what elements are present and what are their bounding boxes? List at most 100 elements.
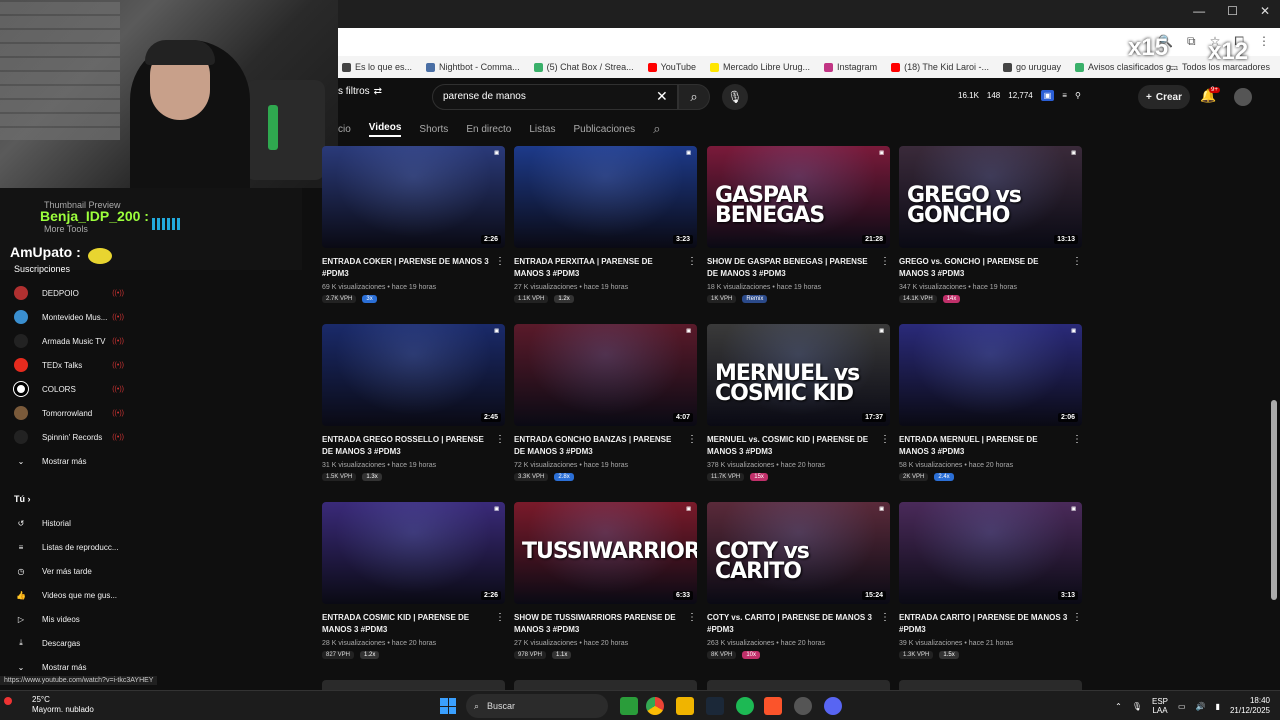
spotify-icon[interactable] — [736, 697, 754, 715]
video-title[interactable]: SHOW DE GASPAR BENEGAS | PARENSE DE MANO… — [707, 256, 890, 280]
video-thumbnail[interactable]: ▣ 2:45 — [322, 324, 505, 426]
video-thumbnail-partial[interactable] — [514, 680, 697, 690]
bookmark-item[interactable]: (18) The Kid Laroi -... — [891, 62, 989, 72]
video-title[interactable]: COTY vs. CARITO | PARENSE DE MANOS 3 #PD… — [707, 612, 890, 636]
video-title[interactable]: ENTRADA CARITO | PARENSE DE MANOS 3 #PDM… — [899, 612, 1082, 636]
video-thumbnail[interactable]: ▣ 4:07 — [514, 324, 697, 426]
video-title[interactable]: MERNUEL vs. COSMIC KID | PARENSE DE MANO… — [707, 434, 890, 458]
you-item[interactable]: ≡ Listas de reproducc... — [14, 540, 138, 554]
tab-3[interactable]: En directo — [466, 124, 511, 135]
video-thumbnail-partial[interactable] — [707, 680, 890, 690]
you-item[interactable]: ↺ Historial — [14, 516, 138, 530]
create-button[interactable]: + Crear — [1138, 85, 1190, 109]
video-card[interactable]: ▣ 2:45 ENTRADA GREGO ROSSELLO | PARENSE DE… — [322, 324, 505, 481]
you-item[interactable]: ⌄ Mostrar más — [14, 660, 138, 674]
video-thumbnail-partial[interactable] — [322, 680, 505, 690]
video-card[interactable]: ▣ 4:07 ENTRADA GONCHO BANZAS | PARENSE DE … — [514, 324, 697, 481]
more-options-icon[interactable]: ⋮ — [687, 612, 697, 623]
avatar[interactable] — [1234, 88, 1252, 106]
video-title[interactable]: ENTRADA COKER | PARENSE DE MANOS 3 #PDM3 — [322, 256, 505, 280]
tab-5[interactable]: Publicaciones — [573, 124, 635, 135]
you-item[interactable]: ◷ Ver más tarde — [14, 564, 138, 578]
more-options-icon[interactable]: ⋮ — [1072, 434, 1082, 445]
video-title[interactable]: ENTRADA GONCHO BANZAS | PARENSE DE MANOS… — [514, 434, 697, 458]
tab-1[interactable]: Videos — [368, 122, 402, 137]
scrollbar-thumb[interactable] — [1271, 400, 1277, 600]
video-card[interactable]: ▣ 2:26 ENTRADA COKER | PARENSE DE MANOS 3 … — [322, 146, 505, 303]
more-options-icon[interactable]: ⋮ — [687, 434, 697, 445]
battery-icon[interactable]: ▮ — [1216, 702, 1220, 711]
tab-4[interactable]: Listas — [529, 124, 555, 135]
file-explorer-icon[interactable] — [676, 697, 694, 715]
chevron-up-icon[interactable]: ⌃ — [1115, 702, 1122, 711]
you-item[interactable]: ▷ Mis videos — [14, 612, 138, 626]
brave-icon[interactable] — [764, 697, 782, 715]
video-thumbnail[interactable]: ▣ 2:06 — [899, 324, 1082, 426]
video-title[interactable]: ENTRADA MERNUEL | PARENSE DE MANOS 3 #PD… — [899, 434, 1082, 458]
video-title[interactable]: SHOW DE TUSSIWARRIORS PARENSE DE MANOS 3… — [514, 612, 697, 636]
more-options-icon[interactable]: ⋮ — [1072, 256, 1082, 267]
bookmark-item[interactable]: Mercado Libre Urug... — [710, 62, 810, 72]
more-options-icon[interactable]: ⋮ — [880, 612, 890, 623]
video-title[interactable]: GREGO vs. GONCHO | PARENSE DE MANOS 3 #P… — [899, 256, 1082, 280]
language-indicator[interactable]: ESP LAA — [1152, 697, 1168, 715]
video-card[interactable]: ▣ GREGO vs GONCHO 13:13 GREGO vs. GONCHO | … — [899, 146, 1082, 303]
bookmark-item[interactable]: go uruguay — [1002, 62, 1061, 72]
video-thumbnail[interactable]: ▣ MERNUEL vs COSMIC KID 17:37 — [707, 324, 890, 426]
channel-search-icon[interactable]: ⌕ — [653, 121, 660, 137]
bookmark-item[interactable]: (5) Chat Box / Strea... — [533, 62, 634, 72]
steam-icon[interactable] — [706, 697, 724, 715]
video-card[interactable]: ▣ 2:06 ENTRADA MERNUEL | PARENSE DE MANOS … — [899, 324, 1082, 481]
bookmark-item[interactable]: Nightbot - Comma... — [426, 62, 520, 72]
windows-start-icon[interactable] — [440, 698, 456, 714]
tab-2[interactable]: Shorts — [419, 124, 448, 135]
show-more-subscriptions[interactable]: ⌄ Mostrar más — [14, 454, 138, 468]
subscription-item[interactable]: TEDx Talks ((•)) — [14, 358, 138, 372]
video-title[interactable]: ENTRADA PERXITAA | PARENSE DE MANOS 3 #P… — [514, 256, 697, 280]
more-options-icon[interactable]: ⋮ — [495, 434, 505, 445]
you-item[interactable]: ⤓ Descargas — [14, 636, 138, 650]
video-card[interactable]: ▣ GASPAR BENEGAS 21:28 SHOW DE GASPAR BENEG… — [707, 146, 890, 303]
subscription-item[interactable]: Tomorrowland ((•)) — [14, 406, 138, 420]
more-options-icon[interactable]: ⋮ — [495, 256, 505, 267]
video-title[interactable]: ENTRADA GREGO ROSSELLO | PARENSE DE MANO… — [322, 434, 505, 458]
voice-search-button[interactable]: 🎙 — [722, 84, 748, 110]
discord-icon[interactable] — [824, 697, 842, 715]
video-thumbnail[interactable]: ▣ COTY vs CARITO 15:24 — [707, 502, 890, 604]
more-options-icon[interactable]: ⋮ — [687, 256, 697, 267]
video-thumbnail[interactable]: ▣ 3:13 — [899, 502, 1082, 604]
video-title[interactable]: ENTRADA COSMIC KID | PARENSE DE MANOS 3 … — [322, 612, 505, 636]
tab-0[interactable]: cio — [338, 124, 351, 135]
video-thumbnail[interactable]: ▣ 2:26 — [322, 502, 505, 604]
clear-search-icon[interactable]: ✕ — [656, 88, 668, 105]
search-input[interactable]: parense de manos — [432, 84, 678, 110]
more-options-icon[interactable]: ⋮ — [880, 434, 890, 445]
volume-icon[interactable]: 🔊 — [1196, 702, 1206, 711]
bookmark-item[interactable]: YouTube — [647, 62, 696, 72]
obs-icon[interactable] — [794, 697, 812, 715]
video-card[interactable]: ▣ TUSSIWARRIORS 6:33 SHOW DE TUSSIWARRIORS … — [514, 502, 697, 659]
search-button[interactable]: ⌕ — [678, 84, 710, 110]
chrome-icon[interactable] — [646, 697, 664, 715]
more-options-icon[interactable]: ⋮ — [495, 612, 505, 623]
you-section-title[interactable]: Tú › — [0, 494, 31, 504]
network-icon[interactable]: ▭ — [1178, 702, 1186, 711]
subscription-item[interactable]: Spinnin' Records ((•)) — [14, 430, 138, 444]
minecraft-icon[interactable] — [620, 697, 638, 715]
subscription-item[interactable]: COLORS ((•)) — [13, 381, 138, 397]
video-thumbnail[interactable]: ▣ TUSSIWARRIORS 6:33 — [514, 502, 697, 604]
video-thumbnail-partial[interactable] — [899, 680, 1082, 690]
video-thumbnail[interactable]: ▣ 2:26 — [322, 146, 505, 248]
subscription-item[interactable]: Armada Music TV ((•)) — [14, 334, 138, 348]
list-icon[interactable]: ≡ — [1062, 91, 1067, 100]
clock[interactable]: 18:40 21/12/2025 — [1230, 696, 1270, 716]
video-thumbnail[interactable]: ▣ GASPAR BENEGAS 21:28 — [707, 146, 890, 248]
video-card[interactable]: ▣ COTY vs CARITO 15:24 COTY vs. CARITO | PA… — [707, 502, 890, 659]
more-options-icon[interactable]: ⋮ — [1072, 612, 1082, 623]
video-card[interactable]: ▣ 3:23 ENTRADA PERXITAA | PARENSE DE MANOS… — [514, 146, 697, 303]
taskbar-search[interactable]: ⌕ Buscar — [466, 694, 608, 718]
video-card[interactable]: ▣ MERNUEL vs COSMIC KID 17:37 MERNUEL vs. C… — [707, 324, 890, 481]
weather-widget[interactable]: 25°C Mayorm. nublado — [14, 695, 94, 715]
video-thumbnail[interactable]: ▣ GREGO vs GONCHO 13:13 — [899, 146, 1082, 248]
subscription-item[interactable]: DEDPOIO ((•)) — [14, 286, 138, 300]
